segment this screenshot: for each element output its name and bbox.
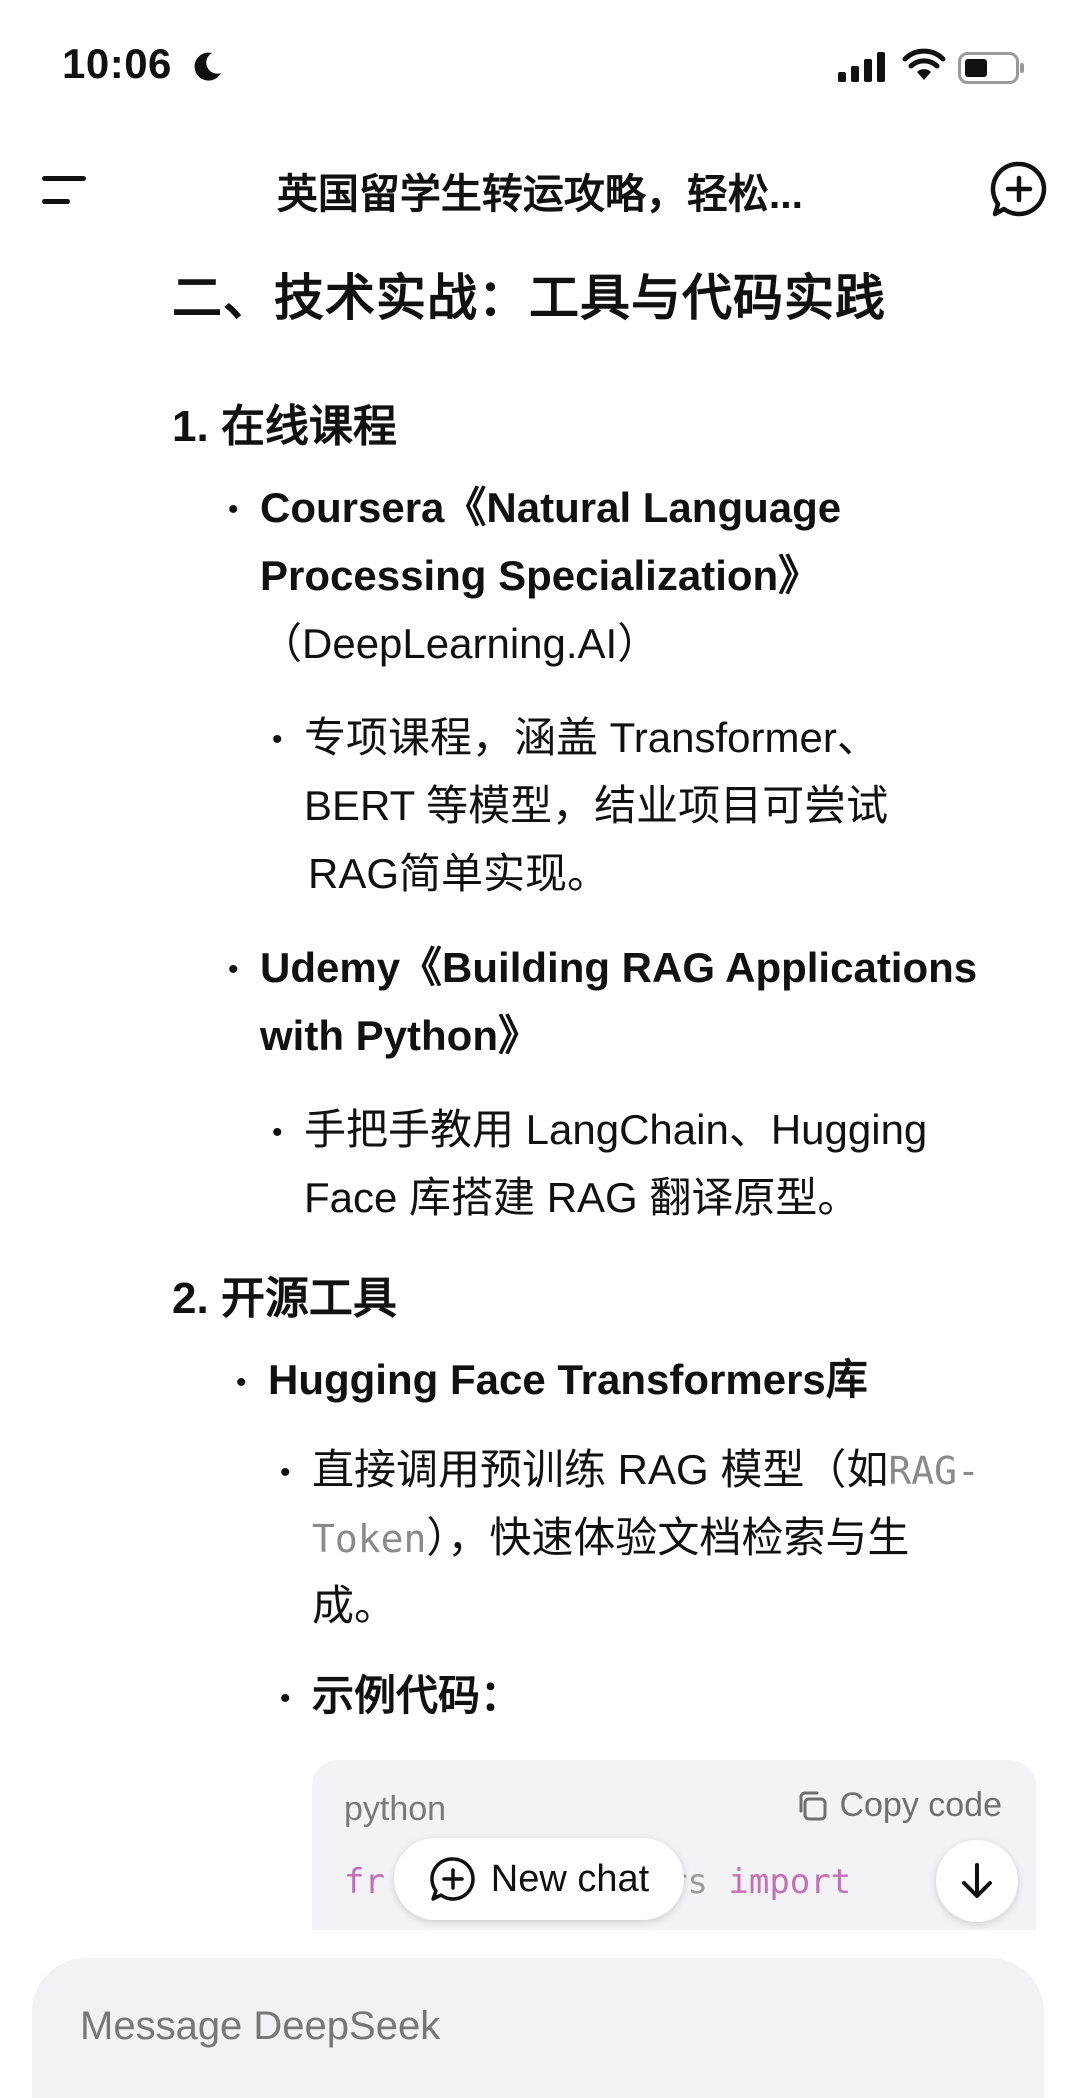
new-chat-icon	[430, 1857, 475, 1901]
bullet-icon: •	[280, 1682, 291, 1715]
bullet-icon: •	[228, 953, 239, 986]
chat-title[interactable]: 英国留学生转运攻略，轻松...	[180, 160, 900, 220]
scroll-to-bottom-button[interactable]	[936, 1840, 1018, 1922]
inline-code: RAG-	[888, 1449, 980, 1493]
detail-line: 直接调用预训练 RAG 模型（如RAG-	[312, 1446, 980, 1493]
tool-title: Hugging Face Transformers库	[268, 1356, 868, 1403]
bullet-icon: •	[236, 1366, 247, 1399]
bullet-icon: •	[272, 723, 283, 756]
course-title-line2: Processing Specialization》	[260, 552, 821, 599]
new-chat-label: New chat	[490, 1857, 650, 1900]
message-composer	[32, 1958, 1044, 2098]
moon-icon	[194, 52, 221, 81]
list-item-number: 1. 在线课程	[172, 402, 397, 451]
course-title-line1: Coursera《Natural Language	[260, 484, 842, 531]
detail-line: Face 库搭建 RAG 翻译原型。	[304, 1174, 860, 1221]
detail-line: 成。	[312, 1582, 397, 1629]
status-time: 10:06	[62, 40, 172, 87]
arrow-down-icon	[962, 1863, 992, 1898]
copy-code-label: Copy code	[839, 1786, 1002, 1824]
section-title: 二、技术实战：工具与代码实践	[172, 270, 886, 326]
detail-line: 专项课程，涵盖 Transformer、	[304, 714, 879, 761]
bullet-icon: •	[228, 493, 239, 526]
new-chat-button[interactable]: New chat	[394, 1838, 684, 1920]
detail-line: RAG简单实现。	[308, 850, 610, 897]
wifi-icon	[902, 48, 946, 80]
copy-code-button[interactable]: Copy code	[795, 1786, 1002, 1825]
status-bar: 10:06	[0, 0, 1080, 130]
copy-icon	[799, 1791, 827, 1820]
battery-icon	[958, 52, 1024, 84]
course-subtitle: （DeepLearning.AI）	[260, 620, 660, 667]
new-chat-icon[interactable]	[990, 160, 1048, 218]
message-input[interactable]	[80, 2004, 980, 2049]
detail-line: BERT 等模型，结业项目可尝试	[304, 782, 889, 829]
list-item-number: 2. 开源工具	[172, 1274, 397, 1323]
course-title-line2: with Python》	[260, 1012, 540, 1059]
nav-bar: 英国留学生转运攻略，轻松...	[0, 150, 1080, 230]
bullet-icon: •	[272, 1116, 283, 1149]
course-title-line1: Udemy《Building RAG Applications	[260, 944, 978, 991]
menu-icon[interactable]	[38, 168, 94, 212]
cellular-signal-icon	[838, 52, 885, 82]
inline-code: Token	[312, 1517, 427, 1561]
bullet-icon: •	[280, 1456, 291, 1489]
detail-line: 手把手教用 LangChain、Hugging	[304, 1106, 928, 1153]
code-language: python	[344, 1790, 447, 1828]
detail-line: Token），快速体验文档检索与生	[312, 1514, 910, 1561]
detail-label: 示例代码：	[312, 1672, 523, 1719]
